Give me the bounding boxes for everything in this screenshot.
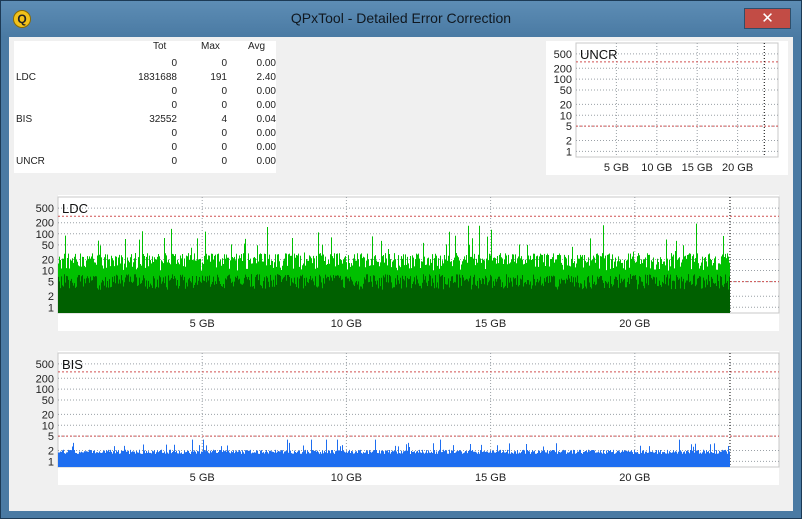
x-tick-label: 10 GB: [641, 162, 672, 174]
x-tick-label: 15 GB: [475, 318, 506, 330]
y-tick-label: 10: [42, 266, 54, 278]
y-tick-label: 2: [48, 446, 54, 458]
y-tick-label: 20: [560, 99, 572, 111]
y-tick-label: 1: [48, 302, 54, 314]
row-label: BIS: [16, 114, 33, 125]
x-tick-label: 20 GB: [722, 162, 753, 174]
col-header-max: Max: [201, 41, 220, 52]
cell-max: 0: [221, 58, 227, 69]
y-tick-label: 50: [42, 240, 54, 252]
cell-max: 191: [210, 72, 227, 83]
y-tick-label: 100: [36, 384, 54, 396]
y-tick-label: 500: [36, 359, 54, 371]
row-label: LDC: [16, 72, 37, 83]
cell-max: 0: [221, 156, 227, 167]
x-tick-label: 10 GB: [331, 318, 362, 330]
x-tick-label: 20 GB: [619, 318, 650, 330]
uncr-chart-panel: 1 2 5 10 20 50 100 200 500 5 GB 10 GB 15 GB 20 GB UNC…: [546, 41, 788, 175]
cell-tot: 0: [171, 156, 177, 167]
y-tick-label: 100: [554, 74, 572, 86]
bis-chart-panel: 1 2 5 10 20 50 100 200 500 5 GB 10 GB 15 GB 20 GB BIS: [36, 351, 780, 485]
cell-max: 0: [221, 142, 227, 153]
cell-tot: 0: [171, 86, 177, 97]
y-tick-label: 500: [554, 49, 572, 61]
cell-avg: 2.40: [256, 72, 276, 83]
cell-avg: 0.00: [256, 128, 276, 139]
ldc-chart: 12 51020 50100200 500 5 GB 10 GB 15 GB 20 GB LDC: [36, 196, 780, 330]
bis-chart: 12 51020 50100200 500 5 GB 10 GB 15 GB 20 GB BIS: [36, 352, 780, 484]
y-tick-label: 10: [560, 110, 572, 122]
cell-avg: 0.00: [256, 58, 276, 69]
y-tick-label: 50: [560, 85, 572, 97]
y-tick-label: 10: [42, 420, 54, 432]
client-area: Tot Max Avg 0 0 0.00 LDC 1831688 191 2.40 0 0 0.0…: [9, 37, 793, 511]
y-tick-label: 1: [566, 146, 572, 158]
window-title: QPxTool - Detailed Error Correction: [290, 10, 512, 26]
close-button[interactable]: ✕: [744, 8, 791, 29]
x-tick-label: 5 GB: [604, 162, 629, 174]
x-tick-label: 15 GB: [682, 162, 713, 174]
cell-tot: 32552: [149, 114, 177, 125]
x-tick-label: 10 GB: [331, 472, 362, 484]
title-bar[interactable]: Q QPxTool - Detailed Error Correction ✕: [1, 1, 801, 37]
uncr-chart: 12 51020 50100200 500 5 GB 10 GB 15 GB 20 GB UNC…: [554, 42, 779, 174]
cell-avg: 0.00: [256, 100, 276, 111]
cell-tot: 1831688: [138, 72, 177, 83]
cell-tot: 0: [171, 58, 177, 69]
chart-title: LDC: [62, 201, 88, 216]
cell-max: 0: [221, 86, 227, 97]
row-label: UNCR: [16, 156, 45, 167]
cell-avg: 0.00: [256, 142, 276, 153]
cell-tot: 0: [171, 100, 177, 111]
col-header-avg: Avg: [248, 41, 266, 52]
y-tick-label: 5: [566, 121, 572, 133]
y-tick-label: 2: [48, 291, 54, 303]
application-window: Q QPxTool - Detailed Error Correction ✕ …: [0, 0, 802, 519]
y-tick-label: 500: [36, 203, 54, 215]
y-tick-label: 20: [42, 254, 54, 266]
cell-max: 0: [221, 128, 227, 139]
y-tick-label: 1: [48, 456, 54, 468]
cell-max: 4: [221, 114, 227, 125]
error-summary-table: Tot Max Avg 0 0 0.00 LDC 1831688 191 2.40 0 0 0.0…: [14, 41, 276, 173]
cell-tot: 0: [171, 142, 177, 153]
col-header-tot: Tot: [153, 41, 167, 52]
y-tick-label: 50: [42, 395, 54, 407]
cell-max: 0: [221, 100, 227, 111]
x-tick-label: 5 GB: [190, 318, 215, 330]
y-tick-label: 5: [48, 277, 54, 289]
y-tick-label: 5: [48, 431, 54, 443]
chart-title: BIS: [62, 357, 83, 372]
cell-avg: 0.04: [256, 114, 276, 125]
chart-title: UNCR: [580, 47, 618, 62]
x-tick-label: 15 GB: [475, 472, 506, 484]
y-tick-label: 20: [42, 409, 54, 421]
y-tick-label: 200: [554, 63, 572, 75]
ldc-chart-panel: 1 2 5 10 20 50 100 200 500 5 GB 10 GB 15 GB 20 GB LDC: [36, 195, 780, 331]
y-tick-label: 200: [36, 373, 54, 385]
cell-tot: 0: [171, 128, 177, 139]
y-tick-label: 2: [566, 136, 572, 148]
x-tick-label: 20 GB: [619, 472, 650, 484]
cell-avg: 0.00: [256, 156, 276, 167]
cell-avg: 0.00: [256, 86, 276, 97]
x-tick-label: 5 GB: [190, 472, 215, 484]
y-tick-label: 200: [36, 218, 54, 230]
y-tick-label: 100: [36, 229, 54, 241]
